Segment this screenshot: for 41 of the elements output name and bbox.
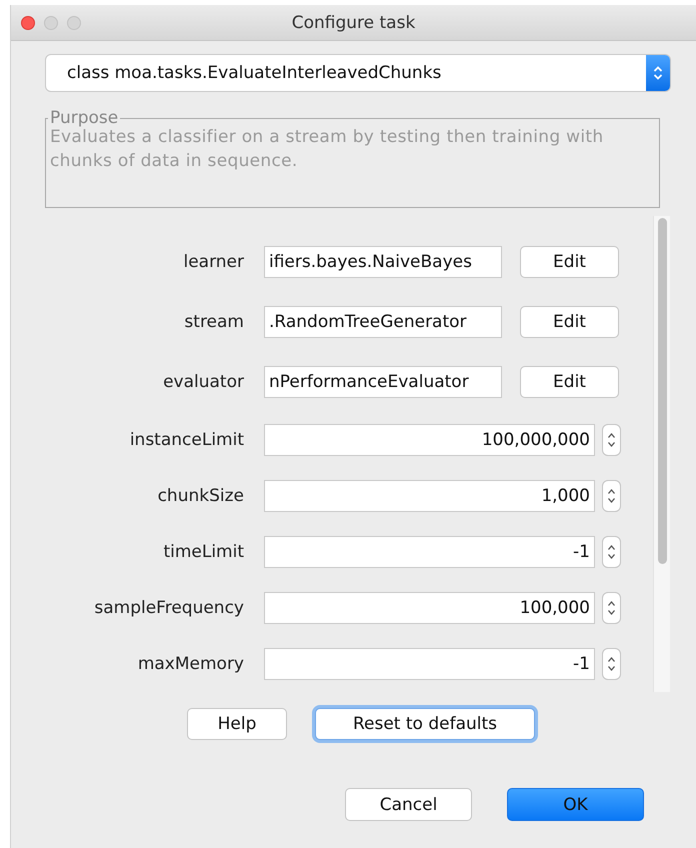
option-label: maxMemory bbox=[136, 654, 245, 674]
purpose-text: Evaluates a classifier on a stream by testing then training with chunks of data in sequence. bbox=[50, 126, 604, 173]
number-field[interactable]: -1 bbox=[264, 536, 595, 568]
scroll-thumb[interactable] bbox=[658, 218, 666, 564]
option-label: stream bbox=[183, 312, 245, 332]
task-dropdown[interactable]: class moa.tasks.EvaluateInterleavedChunks bbox=[45, 54, 671, 92]
window-title: Configure task bbox=[292, 12, 416, 32]
ok-button[interactable]: OK bbox=[507, 788, 644, 821]
close-button[interactable] bbox=[21, 16, 35, 30]
spinner-button[interactable] bbox=[602, 424, 621, 456]
purpose-legend: Purpose bbox=[48, 108, 120, 128]
updown-arrows-icon bbox=[607, 598, 616, 617]
edit-button[interactable]: Edit bbox=[520, 306, 619, 338]
option-label: instanceLimit bbox=[128, 430, 245, 450]
updown-arrows-icon bbox=[607, 430, 616, 449]
updown-arrows-icon bbox=[607, 542, 616, 561]
help-button[interactable]: Help bbox=[187, 708, 287, 740]
number-field[interactable]: 1,000 bbox=[264, 480, 595, 512]
option-label: sampleFrequency bbox=[93, 598, 245, 618]
spinner-button[interactable] bbox=[602, 480, 621, 512]
spinner-button[interactable] bbox=[602, 536, 621, 568]
edit-button[interactable]: Edit bbox=[520, 246, 619, 278]
updown-arrows-icon bbox=[607, 486, 616, 505]
spinner-button[interactable] bbox=[602, 648, 621, 680]
option-label: evaluator bbox=[162, 372, 245, 392]
cancel-button[interactable]: Cancel bbox=[345, 788, 472, 821]
option-label: timeLimit bbox=[162, 542, 245, 562]
spinner-button[interactable] bbox=[602, 592, 621, 624]
option-field[interactable]: .RandomTreeGenerator bbox=[264, 306, 502, 338]
reset-button[interactable]: Reset to defaults bbox=[315, 708, 535, 740]
option-label: learner bbox=[182, 252, 245, 272]
edit-button[interactable]: Edit bbox=[520, 366, 619, 398]
number-field[interactable]: 100,000,000 bbox=[264, 424, 595, 456]
number-field[interactable]: 100,000 bbox=[264, 592, 595, 624]
updown-arrows-icon bbox=[653, 65, 663, 81]
number-field[interactable]: -1 bbox=[264, 648, 595, 680]
scrollbar[interactable] bbox=[653, 216, 670, 692]
updown-arrows-icon bbox=[607, 654, 616, 673]
option-field[interactable]: nPerformanceEvaluator bbox=[264, 366, 502, 398]
option-label: chunkSize bbox=[156, 486, 245, 506]
option-field[interactable]: ifiers.bayes.NaiveBayes bbox=[264, 246, 502, 278]
